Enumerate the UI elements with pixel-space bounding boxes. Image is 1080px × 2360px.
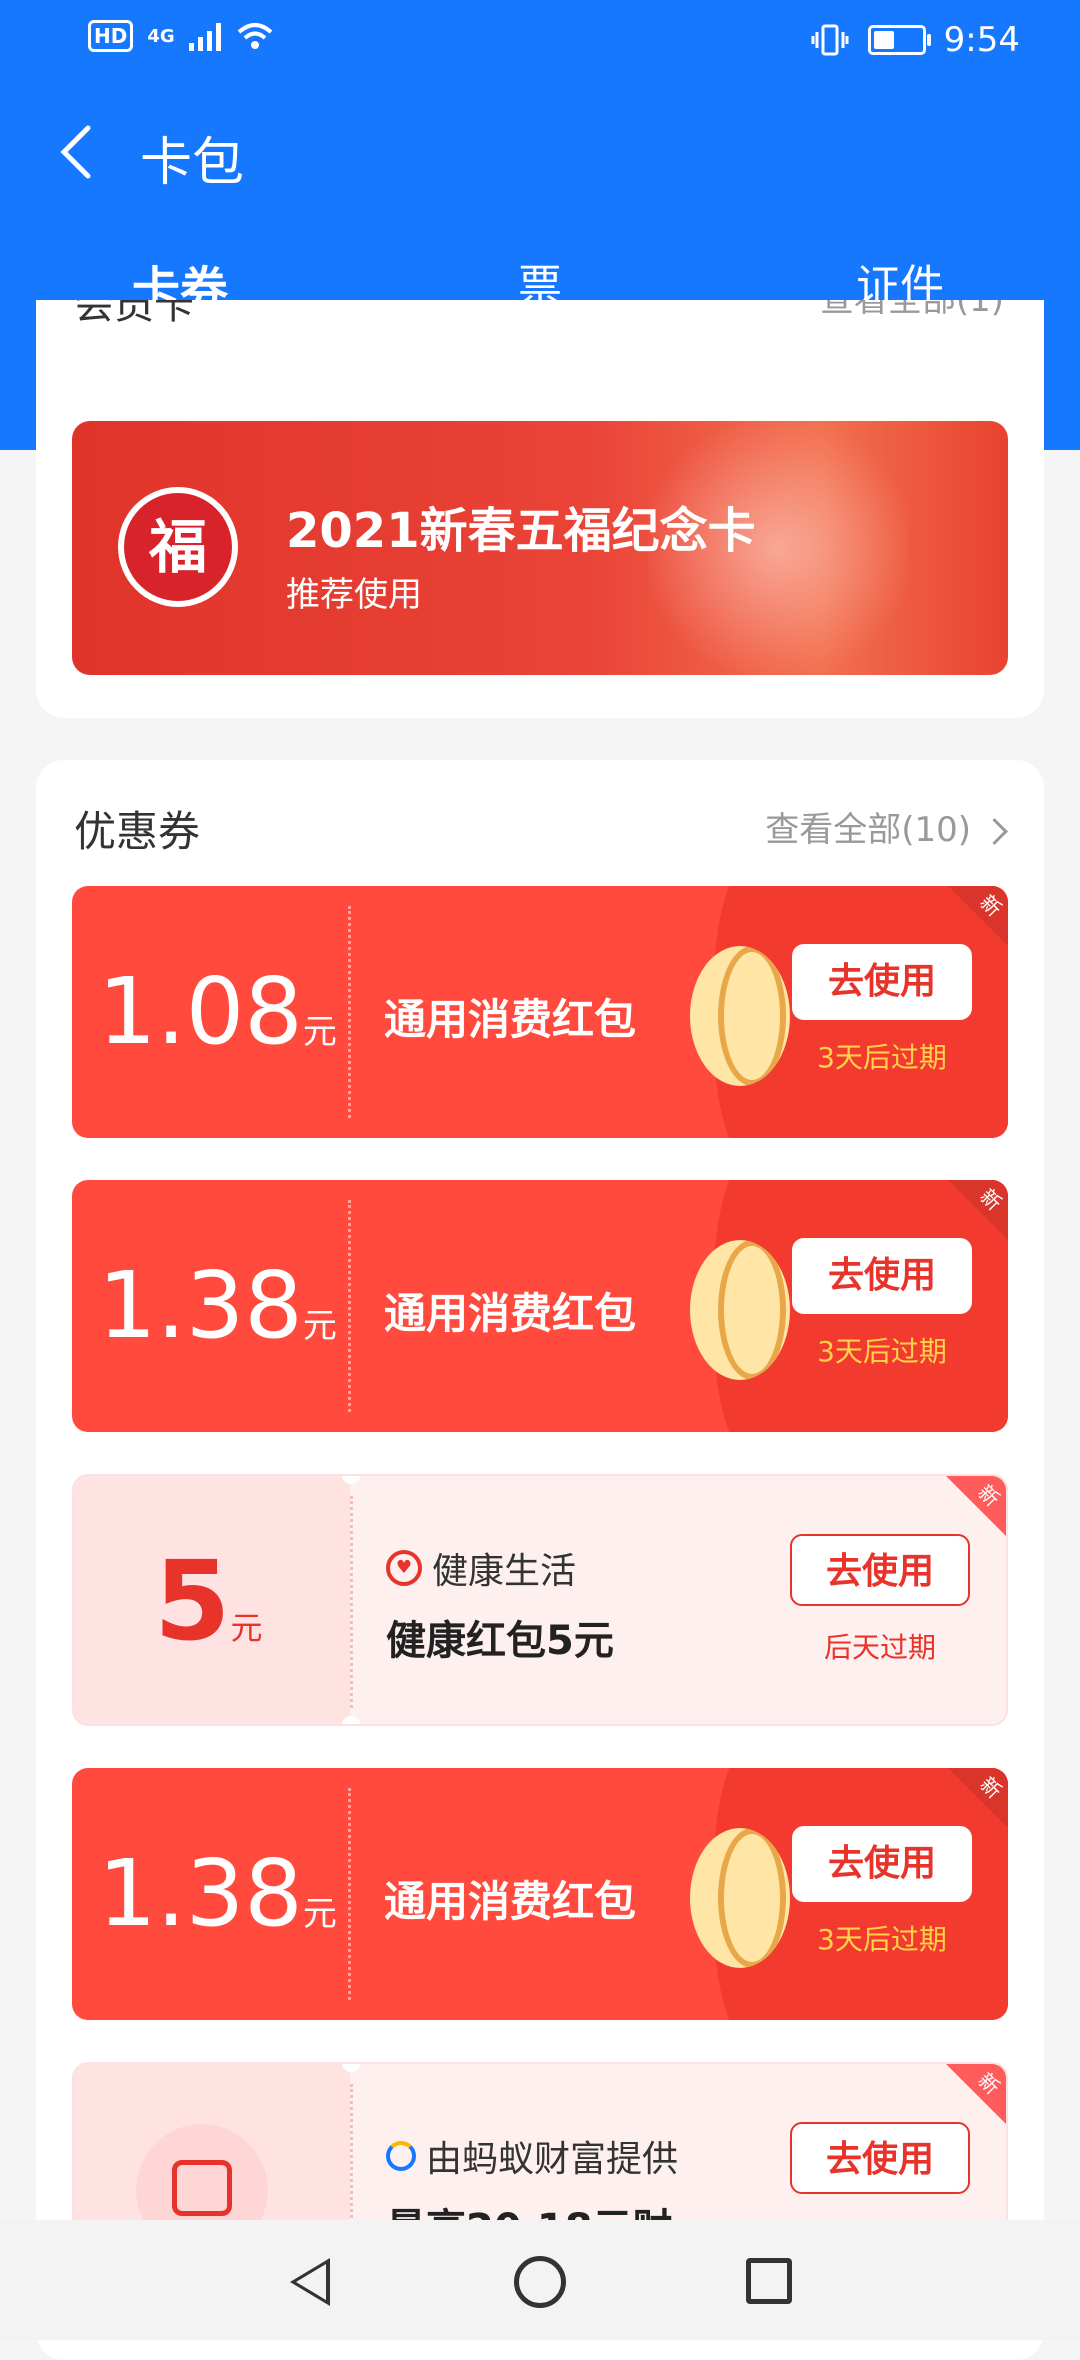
coupon-brand: 由蚂蚁财富提供 (386, 2130, 678, 2182)
use-button[interactable]: 去使用 (790, 2122, 970, 2194)
use-button[interactable]: 去使用 (790, 1534, 970, 1606)
coupon-title: 通用消费红包 (384, 1289, 637, 1338)
coupon-amount: 5元 (154, 1537, 263, 1665)
back-arrow-icon[interactable] (50, 122, 110, 182)
divider (348, 1788, 351, 2000)
coin-icon (690, 1828, 790, 1968)
coupon-section: 优惠券 查看全部(10) 1.08元 通用消费红包 去使用 3天后过期 新 1.… (36, 760, 1044, 2360)
brand-label: 健康生活 (432, 1551, 577, 1592)
use-button[interactable]: 去使用 (792, 1238, 972, 1314)
divider (348, 1200, 351, 1412)
divider (350, 1496, 353, 1708)
heart-icon: ♥ (386, 1550, 422, 1586)
status-bar: HD 4G 9:54 (0, 0, 1080, 80)
chevron-right-icon (981, 818, 1008, 845)
coupon-title: 健康红包5元 (386, 1618, 614, 1664)
coupon-section-title: 优惠券 (74, 807, 201, 856)
status-time: 9:54 (943, 20, 1020, 60)
coupon-brand: ♥ 健康生活 (386, 1542, 576, 1594)
expire-text: 3天后过期 (817, 1335, 947, 1368)
view-all-clipped[interactable]: 查看全部(1) (820, 300, 1004, 321)
coupon-amount: 1.08元 (98, 958, 337, 1065)
title-bar: 卡包 (0, 110, 1080, 200)
coupon-card[interactable]: 1.38元 通用消费红包 去使用 3天后过期 新 (72, 1768, 1008, 2020)
wifi-icon (237, 23, 272, 49)
expire-text: 3天后过期 (817, 1923, 947, 1956)
coupon-amount: 1.38元 (98, 1840, 337, 1947)
system-nav-bar (0, 2220, 1080, 2340)
signal-icon (188, 21, 221, 51)
battery-icon (867, 25, 931, 55)
ant-fortune-icon (386, 2141, 416, 2171)
network-label: 4G (147, 25, 175, 47)
use-button[interactable]: 去使用 (792, 944, 972, 1020)
coupon-card[interactable]: 5元 ♥ 健康生活 健康红包5元 去使用 后天过期 新 (72, 1474, 1008, 1726)
coupon-card[interactable]: 1.08元 通用消费红包 去使用 3天后过期 新 (72, 886, 1008, 1138)
coupon-title: 通用消费红包 (384, 1877, 637, 1926)
fu-card-subtitle: 推荐使用 (286, 575, 422, 615)
nav-home-icon[interactable] (514, 2256, 566, 2308)
nav-back-icon-inner (296, 2264, 326, 2300)
expire-text: 3天后过期 (817, 1041, 947, 1074)
coupon-card[interactable]: 1.38元 通用消费红包 去使用 3天后过期 新 (72, 1180, 1008, 1432)
hd-icon: HD (88, 20, 134, 52)
section-title-clipped: 会员卡 (74, 300, 194, 328)
coupon-view-all[interactable]: 查看全部(10) (765, 802, 1008, 851)
coupon-amount: 1.38元 (98, 1252, 337, 1359)
nav-recent-icon[interactable] (746, 2258, 792, 2304)
store-icon (172, 2160, 232, 2216)
expire-text: 后天过期 (823, 1631, 936, 1664)
fu-card-title: 2021新春五福纪念卡 (286, 503, 756, 559)
divider (348, 906, 351, 1118)
use-button[interactable]: 去使用 (792, 1826, 972, 1902)
member-card-section: 会员卡 查看全部(1) 福 2021新春五福纪念卡 推荐使用 (36, 300, 1044, 718)
fu-card[interactable]: 福 2021新春五福纪念卡 推荐使用 (72, 421, 1008, 675)
fu-badge-icon: 福 (118, 487, 238, 607)
view-all-label: 查看全部(10) (765, 810, 971, 850)
page-title: 卡包 (140, 133, 245, 193)
coupon-title: 通用消费红包 (384, 995, 637, 1044)
coin-icon (690, 946, 790, 1086)
vibrate-icon (811, 24, 849, 56)
brand-label: 由蚂蚁财富提供 (426, 2139, 679, 2180)
coin-icon (690, 1240, 790, 1380)
